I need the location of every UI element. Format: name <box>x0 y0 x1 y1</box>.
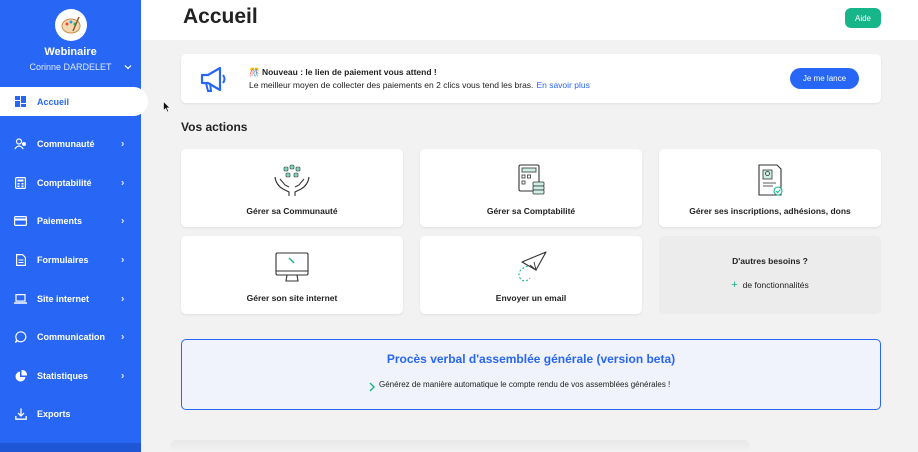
actions-section-title: Vos actions <box>181 120 248 134</box>
palette-icon <box>61 16 81 34</box>
sidebar-item-formulaires[interactable]: Formulaires › <box>0 241 141 280</box>
pv-title: Procès verbal d'assemblée générale (vers… <box>386 352 676 366</box>
sidebar-item-label: Communication <box>37 332 106 343</box>
card-other-needs[interactable]: D'autres besoins ? + de fonctionnalités <box>659 236 881 314</box>
laptop-icon <box>14 292 27 305</box>
card-label: Gérer sa Comptabilité <box>486 206 576 216</box>
sidebar-item-paiements[interactable]: Paiements › <box>0 202 141 241</box>
bottom-card-edge <box>170 440 750 452</box>
chevron-down-icon[interactable] <box>123 62 133 72</box>
pie-chart-icon <box>14 369 27 382</box>
chat-icon <box>14 331 27 344</box>
sidebar-item-comptabilite[interactable]: Comptabilité › <box>0 164 141 203</box>
chevron-right-icon: › <box>121 293 125 305</box>
card-label: Gérer son site internet <box>246 293 338 303</box>
membership-certificate-icon <box>758 164 783 196</box>
sidebar-footer <box>0 443 141 452</box>
sidebar-item-statistiques[interactable]: Statistiques › <box>0 357 141 396</box>
hands-community-icon <box>274 164 310 196</box>
pv-description: Générez de manière automatique le compte… <box>379 380 670 389</box>
card-manage-community[interactable]: Gérer sa Communauté <box>181 149 403 227</box>
monitor-icon <box>275 252 309 282</box>
sidebar-item-site-internet[interactable]: Site internet › <box>0 279 141 318</box>
more-features-label: de fonctionnalités <box>742 280 809 290</box>
organization-name: Webinaire <box>44 46 97 58</box>
sidebar-nav: Accueil Communauté › Comptabilité › Paie… <box>0 87 148 434</box>
sidebar-item-accueil[interactable]: Accueil <box>0 87 148 116</box>
organization-logo[interactable] <box>55 9 87 41</box>
sidebar-item-label: Exports <box>37 409 71 420</box>
credit-card-icon <box>14 215 27 228</box>
user-name[interactable]: Corinne DARDELET <box>0 62 141 72</box>
card-manage-website[interactable]: Gérer son site internet <box>181 236 403 314</box>
get-started-button[interactable]: Je me lance <box>790 68 859 89</box>
mouse-cursor-icon <box>163 101 171 113</box>
chevron-right-icon: › <box>121 215 125 227</box>
sidebar-item-label: Statistiques <box>37 370 89 381</box>
megaphone-icon <box>200 66 226 92</box>
sidebar-item-communication[interactable]: Communication › <box>0 318 141 357</box>
card-label: Gérer sa Communauté <box>246 206 338 216</box>
help-button[interactable]: Aide <box>845 8 881 28</box>
general-assembly-minutes-box[interactable]: Procès verbal d'assemblée générale (vers… <box>181 339 881 410</box>
card-manage-accounting[interactable]: Gérer sa Comptabilité <box>420 149 642 227</box>
card-manage-registrations[interactable]: Gérer ses inscriptions, adhésions, dons <box>659 149 881 227</box>
card-label: Gérer ses inscriptions, adhésions, dons <box>689 206 851 216</box>
dashboard-icon <box>14 95 27 108</box>
chevron-right-icon: › <box>121 138 125 150</box>
chevron-right-icon: › <box>121 177 125 189</box>
chevron-right-icon: › <box>121 331 125 343</box>
calculator-icon <box>14 176 27 189</box>
banner-text: Le meilleur moyen de collecter des paiem… <box>249 80 590 90</box>
learn-more-link[interactable]: En savoir plus <box>536 80 589 90</box>
sidebar-item-label: Accueil <box>37 96 70 107</box>
announcement-banner: 🎊 Nouveau : le lien de paiement vous att… <box>181 54 881 103</box>
download-icon <box>14 408 27 421</box>
banner-title: 🎊 Nouveau : le lien de paiement vous att… <box>249 67 437 77</box>
page-title: Accueil <box>183 5 258 28</box>
sidebar-item-exports[interactable]: Exports <box>0 395 141 434</box>
sidebar: Webinaire Corinne DARDELET Accueil Commu… <box>0 0 148 452</box>
sidebar-item-label: Site internet <box>37 293 90 304</box>
sidebar-item-communaute[interactable]: Communauté › <box>0 125 141 164</box>
accounting-icon <box>518 164 545 195</box>
form-icon <box>14 254 27 267</box>
chevron-right-icon: › <box>121 370 125 382</box>
community-icon <box>14 138 27 151</box>
sidebar-item-label: Comptabilité <box>37 177 92 188</box>
card-label: Envoyer un email <box>495 293 567 303</box>
paper-plane-icon <box>518 251 547 282</box>
sidebar-item-label: Formulaires <box>37 255 89 266</box>
chevron-right-icon <box>369 382 375 392</box>
card-send-email[interactable]: Envoyer un email <box>420 236 642 314</box>
pv-description-text: Générez de manière automatique le compte… <box>379 380 671 389</box>
banner-description: Le meilleur moyen de collecter des paiem… <box>249 80 534 90</box>
chevron-right-icon: › <box>121 254 125 266</box>
more-features-link[interactable]: + de fonctionnalités <box>659 279 881 291</box>
plus-icon: + <box>731 279 738 291</box>
sidebar-item-label: Communauté <box>37 139 95 150</box>
other-needs-title: D'autres besoins ? <box>732 256 808 266</box>
sidebar-item-label: Paiements <box>37 216 83 227</box>
